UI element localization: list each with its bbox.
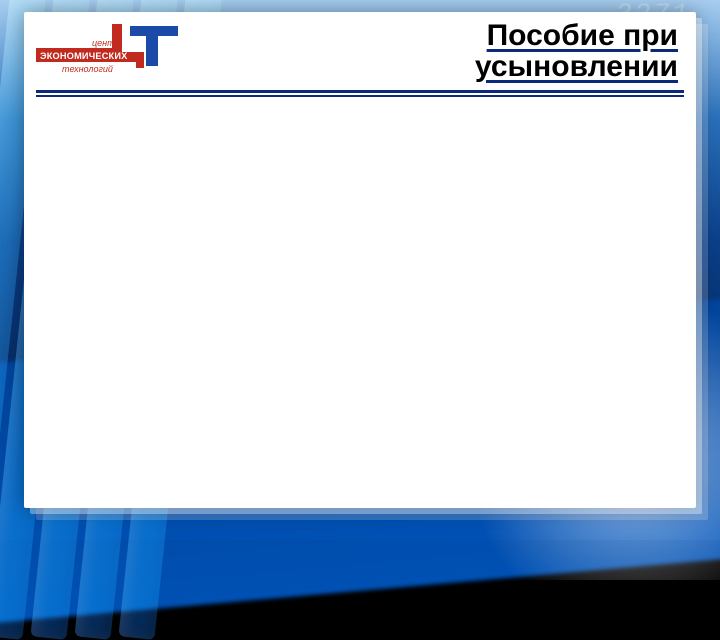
title-container: Пособие при усыновлении: [184, 20, 684, 83]
slide-header: центр ЭКОНОМИЧЕСКИХ технологий Пособие п…: [24, 12, 696, 90]
title-line-2: усыновлении: [475, 50, 678, 83]
slide-card: центр ЭКОНОМИЧЕСКИХ технологий Пособие п…: [24, 12, 696, 508]
header-rule-thin: [36, 95, 684, 97]
org-logo: центр ЭКОНОМИЧЕСКИХ технологий: [34, 20, 184, 82]
logo-text-line3: технологий: [62, 64, 113, 74]
header-rule-thick: [36, 90, 684, 93]
logo-text-line1: центр: [92, 38, 120, 48]
logo-text-line2: ЭКОНОМИЧЕСКИХ: [40, 51, 128, 61]
slide-title: Пособие при усыновлении: [184, 20, 678, 83]
logo-icon: центр ЭКОНОМИЧЕСКИХ технологий: [34, 20, 184, 82]
title-line-1: Пособие при: [487, 19, 678, 52]
